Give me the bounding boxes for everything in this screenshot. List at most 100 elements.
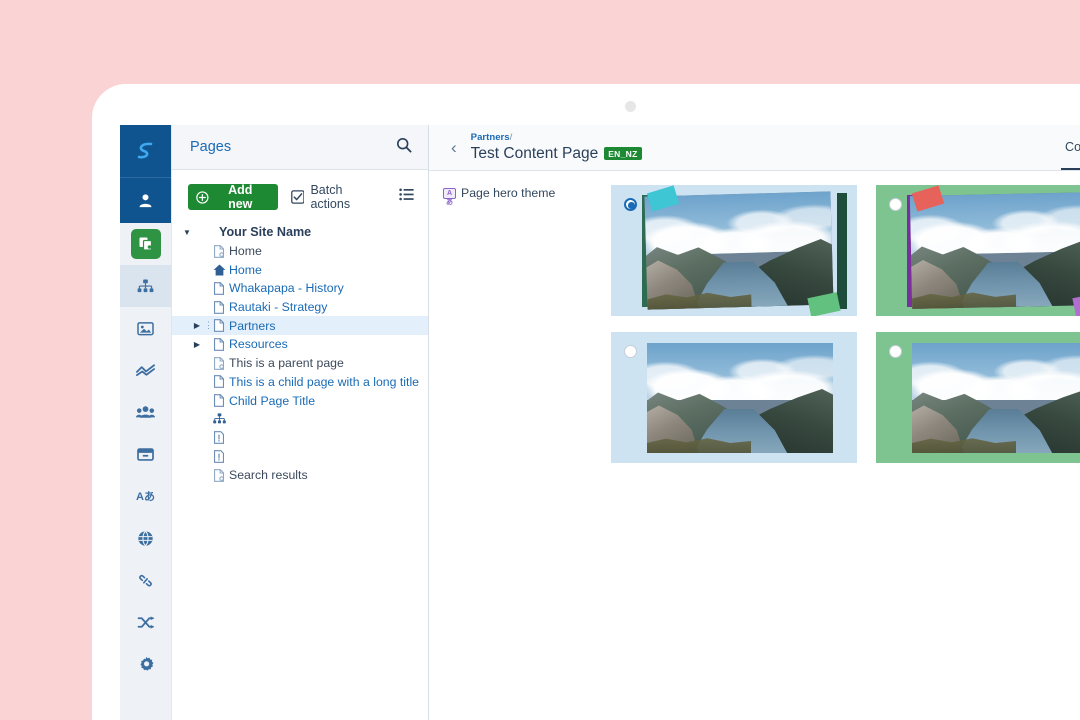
tree-item-label: Partners bbox=[229, 318, 276, 333]
tree-item-label: This is a parent page bbox=[229, 356, 344, 371]
page-icon bbox=[211, 319, 227, 333]
chevron-left-icon[interactable]: ‹ bbox=[451, 138, 457, 158]
page-icon bbox=[213, 319, 225, 333]
page-draft-icon bbox=[213, 244, 225, 258]
page-icon bbox=[213, 338, 225, 351]
breadcrumb-separator: / bbox=[509, 132, 513, 143]
tree-item[interactable] bbox=[172, 410, 428, 429]
tree-item[interactable]: Whakapapa - History bbox=[172, 279, 428, 298]
tree-item-label: Home bbox=[229, 262, 262, 277]
icon-rail: Aあ bbox=[120, 125, 172, 720]
page-icon bbox=[213, 300, 225, 314]
theme-option-card[interactable] bbox=[611, 185, 857, 316]
app-screen: Aあ Pages Add new Batch actions ▼ Your Si… bbox=[120, 125, 1080, 720]
photo-sky bbox=[912, 343, 1080, 401]
page-draft-icon bbox=[213, 356, 225, 370]
chevron-right-icon[interactable]: ▶ bbox=[190, 321, 204, 330]
theme-radio-button[interactable] bbox=[889, 345, 902, 358]
fjord-photo bbox=[912, 343, 1080, 453]
page-draft-icon bbox=[211, 244, 227, 258]
sidebar-item-account[interactable] bbox=[120, 177, 171, 223]
home-icon bbox=[213, 264, 225, 276]
sidebar-item-pages[interactable] bbox=[120, 223, 171, 265]
tree-item[interactable]: This is a parent page bbox=[172, 354, 428, 373]
list-icon[interactable] bbox=[399, 188, 414, 206]
theme-option-card[interactable] bbox=[876, 332, 1080, 463]
chevron-down-icon[interactable]: ▼ bbox=[180, 228, 194, 237]
tree-item-label: Your Site Name bbox=[219, 225, 312, 240]
chevron-right-icon[interactable]: ▶ bbox=[190, 340, 204, 349]
field-label: Page hero theme bbox=[461, 186, 556, 200]
page-icon bbox=[211, 375, 227, 389]
pages-panel: Pages Add new Batch actions ▼ Your Site … bbox=[172, 125, 429, 720]
tree-item[interactable]: Home bbox=[172, 242, 428, 261]
shuffle-icon bbox=[137, 615, 154, 629]
tree-item[interactable]: Rautaki - Strategy bbox=[172, 298, 428, 317]
translation-icon: Aあ bbox=[136, 491, 155, 503]
rail-spacer bbox=[120, 685, 171, 720]
tree-item-label: Resources bbox=[229, 337, 288, 352]
tree-item[interactable] bbox=[172, 447, 428, 466]
batch-actions-label: Batch actions bbox=[310, 183, 351, 211]
tree-item[interactable]: Child Page Title bbox=[172, 391, 428, 410]
theme-option-card[interactable] bbox=[611, 332, 857, 463]
sidebar-item-redirects[interactable] bbox=[120, 601, 171, 643]
tree-item-label: Whakapapa - History bbox=[229, 281, 344, 296]
sidebar-item-media[interactable] bbox=[120, 307, 171, 349]
theme-accent-bar-right bbox=[837, 193, 847, 309]
page-alert-icon bbox=[211, 431, 227, 445]
tree-item[interactable]: ▶ Resources bbox=[172, 335, 428, 354]
page-tree: ▼ Your Site Name Home Home Whakapapa - Histo… bbox=[172, 221, 428, 720]
pages-toolbar: Add new Batch actions bbox=[172, 170, 428, 221]
tree-item[interactable]: ▶ ⋮⋮ Partners bbox=[172, 316, 428, 336]
search-icon[interactable] bbox=[396, 137, 412, 158]
sidebar-item-links[interactable] bbox=[120, 559, 171, 601]
sidebar-item-users[interactable] bbox=[120, 391, 171, 433]
theme-radio-button[interactable] bbox=[624, 198, 637, 211]
add-new-button[interactable]: Add new bbox=[188, 183, 278, 211]
page-draft-icon bbox=[211, 356, 227, 370]
page-alert-icon bbox=[213, 450, 225, 463]
sidebar-item-settings[interactable] bbox=[120, 643, 171, 685]
page-alert-icon bbox=[211, 450, 227, 463]
page-icon bbox=[211, 338, 227, 351]
page-icon bbox=[213, 282, 225, 295]
theme-option-card[interactable] bbox=[876, 185, 1080, 316]
theme-radio-button[interactable] bbox=[624, 345, 637, 358]
tree-item[interactable]: Search results bbox=[172, 466, 428, 485]
sidebar-item-analytics[interactable] bbox=[120, 349, 171, 391]
content-header: ‹ Partners/ Test Content Page EN_NZ Cont… bbox=[429, 125, 1080, 171]
page-icon bbox=[213, 394, 225, 407]
sidebar-item-translations[interactable]: Aあ bbox=[120, 475, 171, 517]
batch-actions-button[interactable]: Batch actions bbox=[290, 183, 384, 211]
tree-item[interactable] bbox=[172, 429, 428, 448]
tree-item[interactable]: This is a child page with a long title bbox=[172, 373, 428, 392]
panel-title: Pages bbox=[190, 139, 232, 155]
tab-content[interactable]: Content bbox=[1061, 140, 1080, 170]
image-icon bbox=[137, 321, 154, 335]
tree-item-label: Child Page Title bbox=[229, 393, 316, 408]
tablet-device: Aあ Pages Add new Batch actions ▼ Your Si… bbox=[92, 84, 1080, 720]
theme-radio-button[interactable] bbox=[889, 198, 902, 211]
sidebar-item-sites[interactable] bbox=[120, 517, 171, 559]
checkbox-icon bbox=[290, 190, 305, 204]
tree-item-label: Search results bbox=[229, 468, 308, 483]
tree-item[interactable]: ▼ Your Site Name bbox=[172, 223, 428, 242]
content-body: Aあ Page hero theme bbox=[429, 171, 1080, 720]
page-icon bbox=[211, 394, 227, 407]
sitemap-icon bbox=[212, 413, 226, 424]
sidebar-item-archive[interactable] bbox=[120, 433, 171, 475]
sidebar-item-sitemap[interactable] bbox=[120, 265, 171, 307]
fjord-photo bbox=[909, 192, 1080, 309]
pages-icon bbox=[130, 229, 161, 259]
theme-preview-image bbox=[912, 343, 1080, 453]
tree-item[interactable]: Home bbox=[172, 260, 428, 279]
breadcrumb[interactable]: Partners/ bbox=[471, 132, 642, 144]
add-new-label: Add new bbox=[228, 183, 253, 211]
sitemap-icon bbox=[137, 278, 154, 292]
breadcrumb-parent[interactable]: Partners bbox=[471, 132, 510, 143]
drag-handle-icon[interactable]: ⋮⋮ bbox=[204, 320, 221, 331]
pages-panel-header: Pages bbox=[172, 125, 428, 170]
app-logo[interactable] bbox=[120, 125, 171, 177]
link-icon bbox=[139, 574, 152, 587]
